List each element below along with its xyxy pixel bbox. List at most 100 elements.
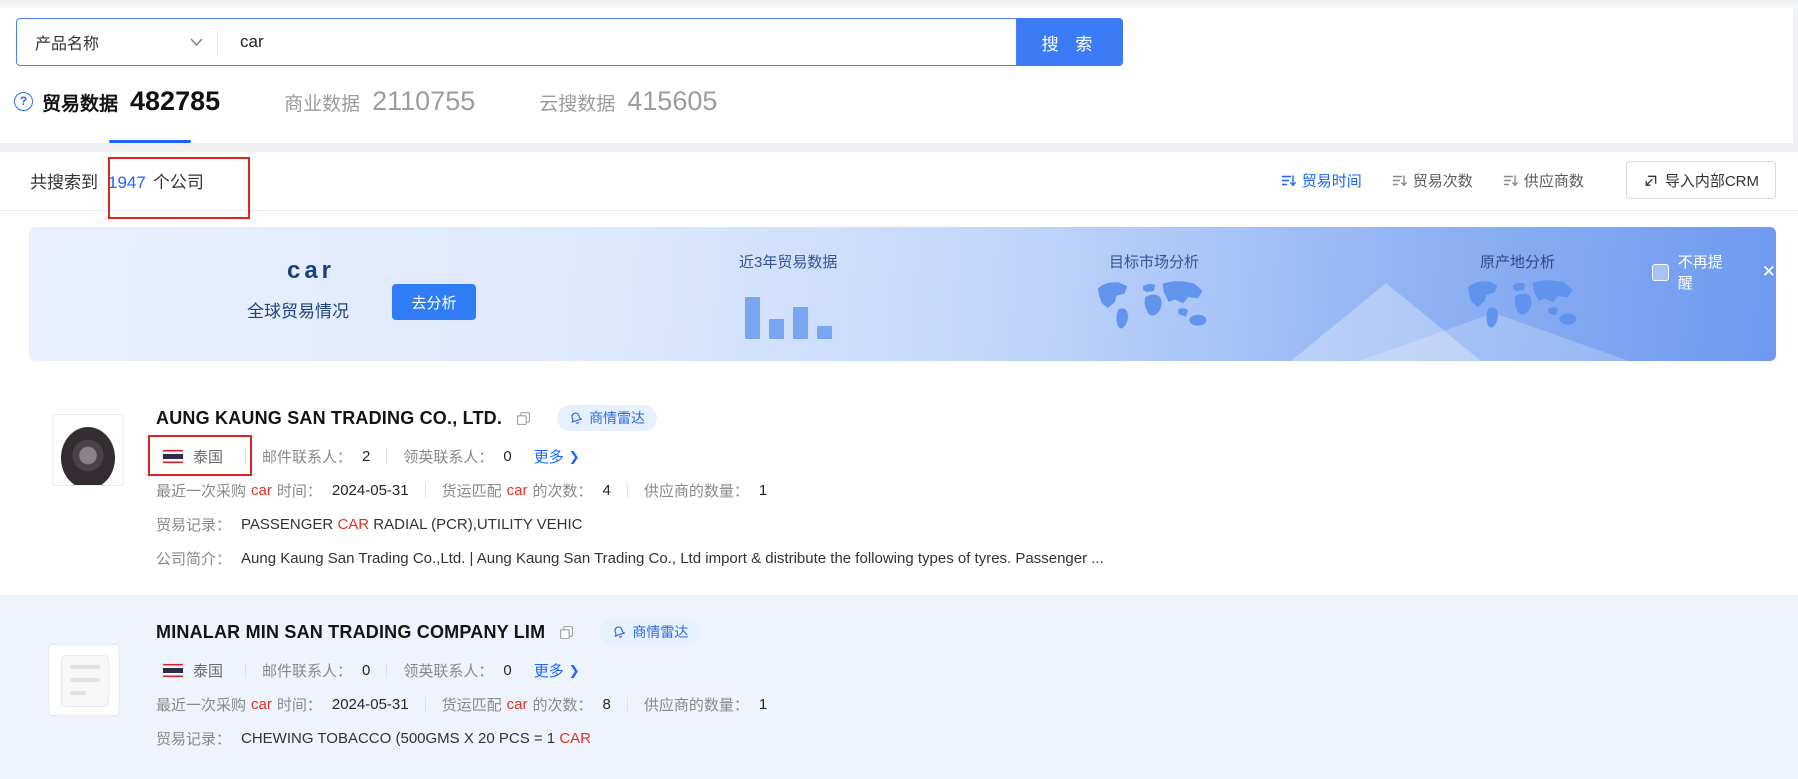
- trade-bar: [769, 319, 784, 339]
- sort-label: 贸易时间: [1302, 170, 1362, 191]
- divider: [425, 483, 426, 498]
- supplier-count-value: 1: [759, 482, 767, 499]
- trade-bar: [745, 297, 760, 339]
- divider: [0, 210, 1798, 211]
- world-map-icon: [1087, 277, 1221, 339]
- country-group: 泰国: [156, 660, 229, 681]
- linkedin-contacts-label: 领英联系人：: [403, 446, 493, 467]
- trade-stats-row: 最近一次采购 car 时间： 2024-05-31 货运匹配 car 的次数： …: [156, 480, 1768, 501]
- sort-label: 贸易次数: [1413, 170, 1473, 191]
- keyword-highlight: car: [251, 482, 272, 499]
- supplier-count-label: 供应商的数量：: [644, 480, 749, 501]
- search-category-select[interactable]: 产品名称: [17, 30, 217, 54]
- tab-cloud-data[interactable]: 云搜数据 415605: [539, 86, 717, 117]
- more-label: 更多: [534, 446, 564, 467]
- more-link[interactable]: 更多 ❯: [534, 446, 580, 467]
- trade-record-row: 贸易记录： CHEWING TOBACCO (500GMS X 20 PCS =…: [156, 728, 1768, 749]
- chevron-right-icon: ❯: [569, 449, 580, 465]
- freight-match-label: 货运匹配: [442, 694, 502, 715]
- dismiss-control: 不再提醒 ✕: [1652, 251, 1776, 293]
- close-icon[interactable]: ✕: [1762, 262, 1776, 282]
- tab-trade-data[interactable]: ? 贸易数据 482785: [14, 86, 220, 117]
- freight-match-count: 4: [602, 482, 610, 499]
- tab-label: 贸易数据: [42, 89, 118, 116]
- product-thumbnail: [52, 414, 124, 486]
- copy-icon[interactable]: [516, 411, 531, 426]
- recent-purchase-label-2: 时间：: [277, 694, 322, 715]
- company-title-row: MINALAR MIN SAN TRADING COMPANY LIM 商情雷达: [156, 619, 1768, 645]
- contact-row: 泰国 邮件联系人： 0 领英联系人： 0 更多 ❯: [156, 660, 1768, 681]
- tab-label: 云搜数据: [539, 89, 615, 116]
- results-bar: 共搜索到 1947 个公司 贸易时间 贸易次数 供应商数: [0, 152, 1798, 210]
- supplier-count-label: 供应商的数量：: [644, 694, 749, 715]
- trade-record-row: 贸易记录： PASSENGER CAR RADIAL (PCR),UTILITY…: [156, 514, 1768, 535]
- data-tabs: ? 贸易数据 482785 商业数据 2110755 云搜数据 415605: [14, 86, 717, 117]
- dismiss-checkbox[interactable]: [1652, 264, 1669, 281]
- tire-image: [61, 427, 115, 486]
- trade-record-text: PASSENGER CAR RADIAL (PCR),UTILITY VEHIC: [241, 516, 582, 533]
- product-image: [61, 655, 109, 707]
- recent-purchase-date: 2024-05-31: [332, 482, 409, 499]
- email-contacts-label: 邮件联系人：: [262, 660, 352, 681]
- search-category-value: 产品名称: [35, 30, 99, 54]
- question-icon[interactable]: ?: [14, 92, 33, 111]
- business-radar-badge[interactable]: 商情雷达: [600, 619, 700, 645]
- trade-bar: [817, 326, 832, 339]
- more-label: 更多: [534, 660, 564, 681]
- results-controls: 贸易时间 贸易次数 供应商数 导入内部CRM: [1281, 161, 1776, 199]
- top-strip: [0, 0, 1798, 8]
- sort-trade-count[interactable]: 贸易次数: [1392, 170, 1473, 191]
- divider: [386, 663, 387, 678]
- sort-supplier-count[interactable]: 供应商数: [1503, 170, 1584, 191]
- search-bar: 产品名称: [16, 18, 1017, 66]
- business-radar-badge[interactable]: 商情雷达: [557, 405, 657, 431]
- divider: [386, 449, 387, 464]
- search-button[interactable]: 搜 索: [1017, 18, 1123, 66]
- tab-count: 482785: [130, 86, 220, 117]
- company-card: AUNG KAUNG SAN TRADING CO., LTD. 商情雷达 泰国…: [0, 361, 1798, 595]
- recent-purchase-date: 2024-05-31: [332, 696, 409, 713]
- trade-bar: [793, 307, 808, 339]
- trade-data-label: 近3年贸易数据: [739, 251, 837, 272]
- sort-trade-time[interactable]: 贸易时间: [1281, 170, 1362, 191]
- more-link[interactable]: 更多 ❯: [534, 660, 580, 681]
- company-title-row: AUNG KAUNG SAN TRADING CO., LTD. 商情雷达: [156, 405, 1768, 431]
- world-map-icon: [1457, 276, 1591, 338]
- divider: [627, 697, 628, 712]
- email-contacts-value: 0: [362, 662, 370, 679]
- copy-icon[interactable]: [559, 625, 574, 640]
- trade-record-label: 贸易记录：: [156, 514, 231, 535]
- search-row: 产品名称 搜 索: [16, 18, 1123, 66]
- freight-match-label-2: 的次数：: [532, 480, 592, 501]
- trade-stats-row: 最近一次采购 car 时间： 2024-05-31 货运匹配 car 的次数： …: [156, 694, 1768, 715]
- radar-bell-icon: [611, 623, 629, 641]
- banner-subtitle: 全球贸易情况: [228, 297, 368, 322]
- email-contacts-label: 邮件联系人：: [262, 446, 352, 467]
- results-panel: 共搜索到 1947 个公司 贸易时间 贸易次数 供应商数: [0, 152, 1798, 779]
- trade-bars: [745, 289, 832, 339]
- company-intro-text: Aung Kaung San Trading Co.,Ltd. | Aung K…: [241, 550, 1104, 567]
- keyword-highlight: car: [507, 482, 528, 499]
- analyze-button[interactable]: 去分析: [392, 284, 476, 320]
- search-input[interactable]: [218, 32, 1016, 52]
- tab-label: 商业数据: [284, 89, 360, 116]
- import-crm-button[interactable]: 导入内部CRM: [1626, 161, 1776, 199]
- banner-keyword: car: [254, 257, 368, 285]
- linkedin-contacts-value: 0: [503, 662, 511, 679]
- contact-row: 泰国 邮件联系人： 2 领英联系人： 0 更多 ❯: [156, 446, 1768, 467]
- linkedin-contacts-label: 领英联系人：: [403, 660, 493, 681]
- company-intro-label: 公司简介：: [156, 548, 231, 569]
- tab-business-data[interactable]: 商业数据 2110755: [284, 86, 475, 117]
- freight-match-label-2: 的次数：: [532, 694, 592, 715]
- badge-label: 商情雷达: [632, 622, 688, 642]
- tab-count: 2110755: [372, 86, 475, 117]
- keyword-highlight: CAR: [337, 516, 369, 533]
- target-market-label: 目标市场分析: [1109, 251, 1199, 272]
- radar-bell-icon: [567, 409, 585, 427]
- supplier-count-value: 1: [759, 696, 767, 713]
- company-name[interactable]: AUNG KAUNG SAN TRADING CO., LTD.: [156, 408, 502, 429]
- company-name[interactable]: MINALAR MIN SAN TRADING COMPANY LIM: [156, 622, 545, 643]
- country-label: 泰国: [193, 446, 223, 467]
- import-icon: [1643, 173, 1658, 188]
- origin-label: 原产地分析: [1480, 251, 1555, 272]
